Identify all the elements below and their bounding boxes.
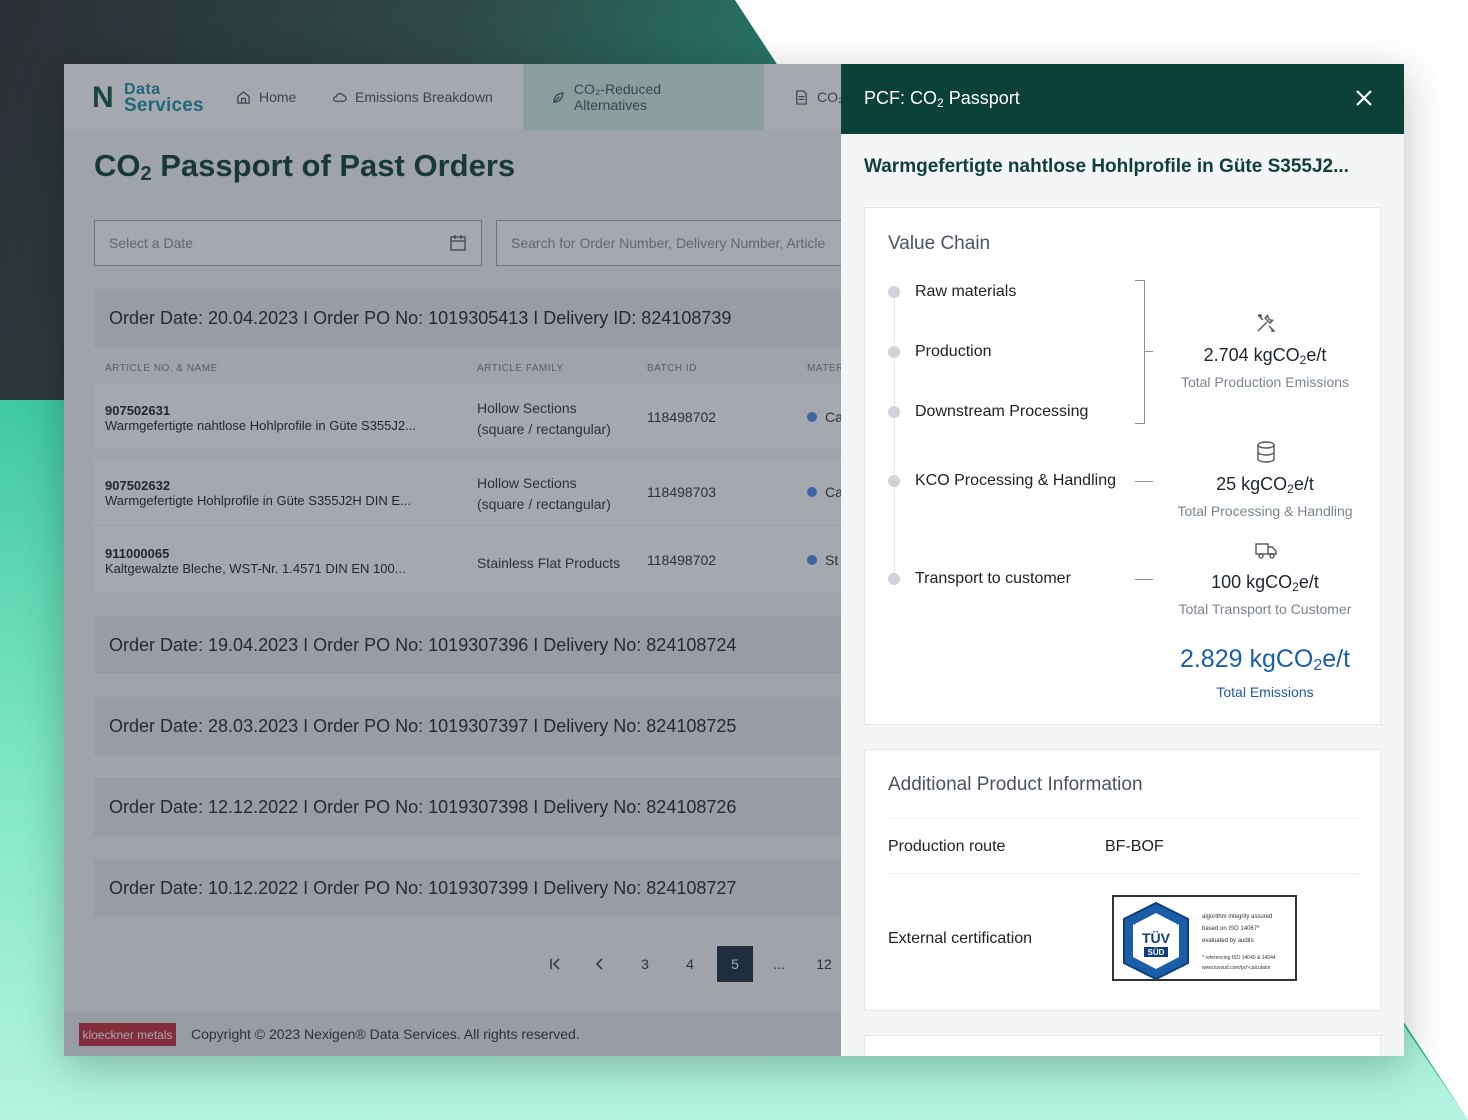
step-dot	[888, 406, 900, 418]
svg-text:TÜV: TÜV	[1142, 930, 1171, 946]
timeline-line	[894, 294, 895, 584]
production-bracket	[1135, 280, 1145, 424]
production-emissions-value: 2.704 kgCO2e/t	[1203, 345, 1327, 367]
app-window: N Data Services Home Emissions Breakdown…	[64, 64, 1404, 1056]
kco-dash	[1135, 481, 1153, 482]
co2-passport-panel: PCF: CO2 Passport Warmgefertigte nahtlos…	[841, 64, 1404, 1056]
step-production: Production	[888, 343, 992, 361]
modal-overlay[interactable]	[64, 64, 841, 1056]
tools-icon	[1257, 314, 1276, 332]
value-chain-card: Value Chain Raw materials Production Dow…	[864, 207, 1381, 725]
tuv-sud-logo-icon: TÜV SÜD	[1123, 901, 1189, 981]
product-title: Warmgefertigte nahtlose Hohlprofile in G…	[864, 156, 1349, 177]
additional-info-card: Additional Product Information Productio…	[864, 749, 1381, 1011]
svg-text:SÜD: SÜD	[1148, 948, 1165, 957]
main-app: N Data Services Home Emissions Breakdown…	[64, 64, 856, 1056]
panel-title: PCF: CO2 Passport	[864, 88, 1020, 110]
transport-label: Total Transport to Customer	[1178, 601, 1352, 617]
processing-handling-label: Total Processing & Handling	[1177, 503, 1353, 519]
truck-icon	[1255, 543, 1277, 559]
step-kco-processing: KCO Processing & Handling	[888, 472, 1116, 490]
step-dot	[888, 346, 900, 358]
step-dot	[888, 475, 900, 487]
transport-dash	[1135, 579, 1153, 580]
bracket-tick	[1145, 351, 1153, 352]
info-row-production-route: Production route BF-BOF	[888, 818, 1359, 874]
next-card	[864, 1035, 1381, 1056]
total-emissions-label: Total Emissions	[1216, 684, 1314, 700]
total-emissions-value: 2.829 kgCO2e/t	[1179, 645, 1351, 674]
panel-header: PCF: CO2 Passport	[841, 64, 1404, 134]
transport-value: 100 kgCO2e/t	[1211, 572, 1319, 594]
database-icon	[1257, 441, 1275, 463]
step-downstream: Downstream Processing	[888, 403, 1088, 421]
step-transport: Transport to customer	[888, 570, 1071, 588]
close-icon[interactable]	[1352, 86, 1376, 110]
production-emissions-label: Total Production Emissions	[1180, 374, 1350, 390]
value-chain-title: Value Chain	[888, 233, 991, 254]
step-dot	[888, 573, 900, 585]
additional-info-title: Additional Product Information	[888, 774, 1143, 795]
step-raw-materials: Raw materials	[888, 283, 1016, 301]
processing-handling-value: 25 kgCO2e/t	[1216, 474, 1314, 496]
certification-details: algorithm integrity assured based on ISO…	[1202, 914, 1276, 971]
step-dot	[888, 286, 900, 298]
tuv-certification-badge: TÜV SÜD algorithm integrity assured base…	[1112, 895, 1297, 981]
